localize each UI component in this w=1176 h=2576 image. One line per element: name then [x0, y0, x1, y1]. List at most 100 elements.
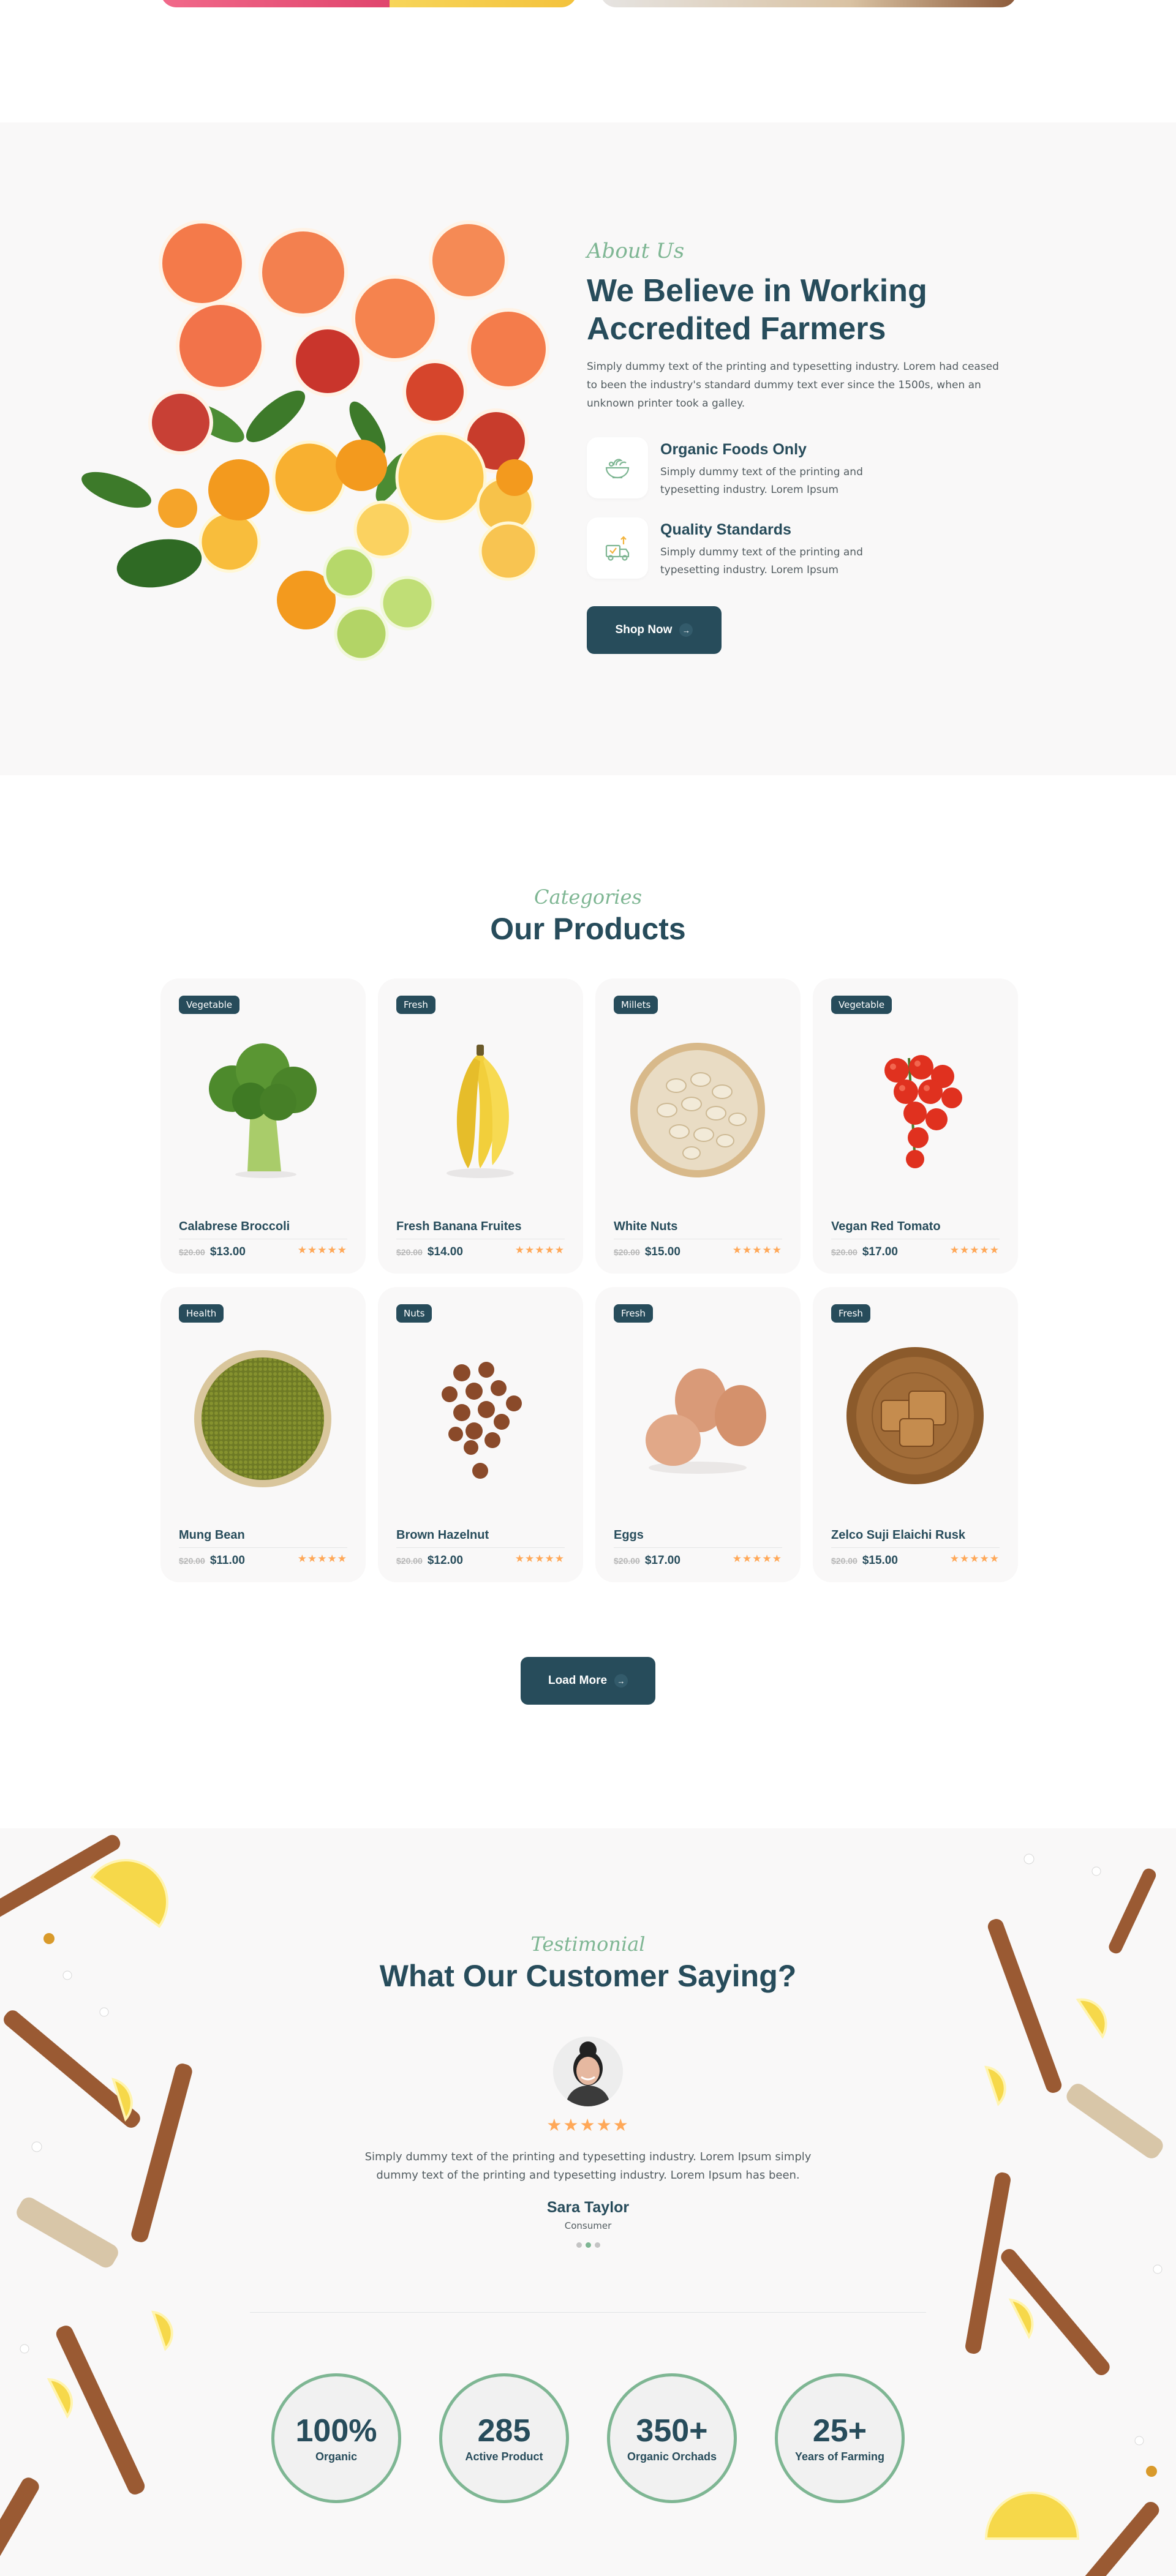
- old-price: $20.00: [396, 1556, 423, 1566]
- stat-label: Organic: [315, 2450, 358, 2463]
- feature-quality-standards: Quality Standards Simply dummy text of t…: [587, 517, 1016, 579]
- product-card[interactable]: Vegetable Calabrese Broccoli $20.00 $13.…: [160, 978, 366, 1274]
- customer-avatar: [553, 2037, 623, 2106]
- mung-bean-bowl-image: [194, 1350, 331, 1487]
- about-content: About Us We Believe in Working Accredite…: [587, 239, 1016, 654]
- feature-organic-foods: Organic Foods Only Simply dummy text of …: [587, 437, 1016, 499]
- broccoli-image: [209, 1043, 317, 1178]
- stat-value: 285: [477, 2413, 531, 2449]
- stat-label: Active Product: [465, 2450, 543, 2463]
- slider-dot[interactable]: [594, 2242, 600, 2248]
- stat-organic-orchads: 350+ Organic Orchads: [607, 2373, 737, 2503]
- testimonial-quote: Simply dummy text of the printing and ty…: [364, 2150, 812, 2182]
- product-card[interactable]: Fresh Eggs $20.00 $17.00 ★★★★★: [595, 1287, 801, 1582]
- about-description: Simply dummy text of the printing and ty…: [587, 361, 999, 410]
- slider-dot-active[interactable]: [585, 2242, 591, 2248]
- product-name[interactable]: Calabrese Broccoli: [179, 1220, 290, 1234]
- shop-now-label: Shop Now: [615, 623, 673, 636]
- testimonial-title: What Our Customer Saying?: [379, 1959, 797, 1993]
- product-name[interactable]: White Nuts: [614, 1220, 677, 1234]
- load-more-label: Load More: [548, 1674, 608, 1687]
- section-divider: [250, 2312, 926, 2313]
- category-tag: Vegetable: [179, 996, 240, 1014]
- price: $12.00: [427, 1554, 463, 1567]
- category-tag: Fresh: [396, 996, 435, 1014]
- old-price: $20.00: [614, 1556, 640, 1566]
- category-tag: Fresh: [614, 1304, 653, 1323]
- about-title-line-2: Accredited Farmers: [587, 311, 886, 347]
- rusk-on-board-image: [846, 1347, 984, 1484]
- stat-active-product: 285 Active Product: [439, 2373, 569, 2503]
- product-prices: $20.00 $15.00: [614, 1245, 680, 1259]
- stat-label: Years of Farming: [794, 2450, 885, 2463]
- product-card[interactable]: Health Mung Bean $20.00 $11.00 ★★★★★: [160, 1287, 366, 1582]
- category-tag: Nuts: [396, 1304, 432, 1323]
- load-more-button[interactable]: Load More →: [521, 1657, 655, 1705]
- product-prices: $20.00 $15.00: [831, 1554, 898, 1568]
- star-rating-icon: ★★★★★: [297, 1244, 347, 1256]
- limes: [323, 546, 435, 661]
- stat-value: 25+: [812, 2413, 867, 2449]
- old-price: $20.00: [614, 1247, 640, 1257]
- product-card[interactable]: Fresh Fresh Banana Fruites $20.00 $14.00…: [378, 978, 583, 1274]
- price: $17.00: [644, 1554, 680, 1567]
- star-rating-icon: ★★★★★: [949, 1553, 1000, 1564]
- product-name[interactable]: Zelco Suji Elaichi Rusk: [831, 1528, 965, 1542]
- stats-row: 100% Organic 285 Active Product 350+ Org…: [271, 2373, 905, 2503]
- citrus-fruits-image: [81, 220, 549, 661]
- stat-label: Organic Orchads: [627, 2450, 717, 2463]
- previous-section-remnant: [0, 0, 1176, 122]
- hazelnut-image: [442, 1362, 522, 1479]
- feature-title: Organic Foods Only: [660, 441, 807, 458]
- product-card[interactable]: Vegetable Vegan Red Tomato $20.00 $17.00: [813, 978, 1018, 1274]
- banana-image: [447, 1045, 514, 1178]
- star-rating-icon: ★★★★★: [732, 1244, 782, 1256]
- testimonial-script-label: Testimonial: [530, 1932, 646, 1956]
- product-name[interactable]: Fresh Banana Fruites: [396, 1220, 522, 1234]
- price: $17.00: [862, 1245, 898, 1258]
- product-name[interactable]: Mung Bean: [179, 1528, 245, 1542]
- category-tag: Fresh: [831, 1304, 870, 1323]
- product-name[interactable]: Eggs: [614, 1528, 644, 1542]
- category-tag: Millets: [614, 996, 658, 1014]
- red-tomato-image: [884, 1055, 962, 1168]
- product-card[interactable]: Fresh Zelco Suji Elaichi Rusk $20.00 $15…: [813, 1287, 1018, 1582]
- products-script-label: Categories: [534, 885, 642, 909]
- slider-dot[interactable]: [576, 2242, 582, 2248]
- offer-banner-2: [600, 0, 1017, 7]
- category-tag: Vegetable: [831, 996, 892, 1014]
- about-title: We Believe in Working Accredited Farmers: [587, 272, 1016, 348]
- star-rating-icon: ★★★★★: [949, 1244, 1000, 1256]
- product-prices: $20.00 $13.00: [179, 1245, 246, 1259]
- product-card[interactable]: Millets White Nuts $20.00 $15.00 ★★★★★: [595, 978, 801, 1274]
- feature-title: Quality Standards: [660, 521, 791, 538]
- testimonial-header: Testimonial What Our Customer Saying?: [0, 1932, 1176, 1994]
- white-nuts-bowl-image: [630, 1043, 765, 1177]
- old-price: $20.00: [396, 1247, 423, 1257]
- products-section: Categories Our Products Vegetable Calabr…: [0, 775, 1176, 1828]
- shop-now-button[interactable]: Shop Now →: [587, 606, 722, 654]
- eggs-image: [646, 1369, 766, 1474]
- card-divider: [396, 1547, 565, 1548]
- about-script-label: About Us: [587, 239, 685, 263]
- star-rating-icon: ★★★★★: [297, 1553, 347, 1564]
- product-name[interactable]: Vegan Red Tomato: [831, 1220, 941, 1234]
- category-tag: Health: [179, 1304, 224, 1323]
- stat-organic: 100% Organic: [271, 2373, 401, 2503]
- product-card[interactable]: Nuts Brown Hazelnut $20.00 $12.00 ★★★★★: [378, 1287, 583, 1582]
- product-name[interactable]: Brown Hazelnut: [396, 1528, 489, 1542]
- product-grid: Vegetable Calabrese Broccoli $20.00 $13.…: [160, 978, 1018, 1582]
- product-prices: $20.00 $12.00: [396, 1554, 463, 1568]
- quality-standards-icon: [587, 517, 648, 579]
- product-prices: $20.00 $14.00: [396, 1245, 463, 1259]
- price: $11.00: [209, 1554, 245, 1567]
- about-section: About Us We Believe in Working Accredite…: [0, 122, 1176, 775]
- about-title-line-1: We Believe in Working: [587, 273, 927, 309]
- price: $15.00: [862, 1554, 898, 1567]
- testimonial-star-rating-icon: ★★★★★: [546, 2116, 630, 2135]
- price: $13.00: [209, 1245, 246, 1258]
- stat-years-of-farming: 25+ Years of Farming: [775, 2373, 905, 2503]
- grapefruit-halves: [148, 220, 549, 473]
- offer-banner-1: [160, 0, 577, 7]
- testimonial-section: Testimonial What Our Customer Saying? ★★…: [0, 1828, 1176, 2576]
